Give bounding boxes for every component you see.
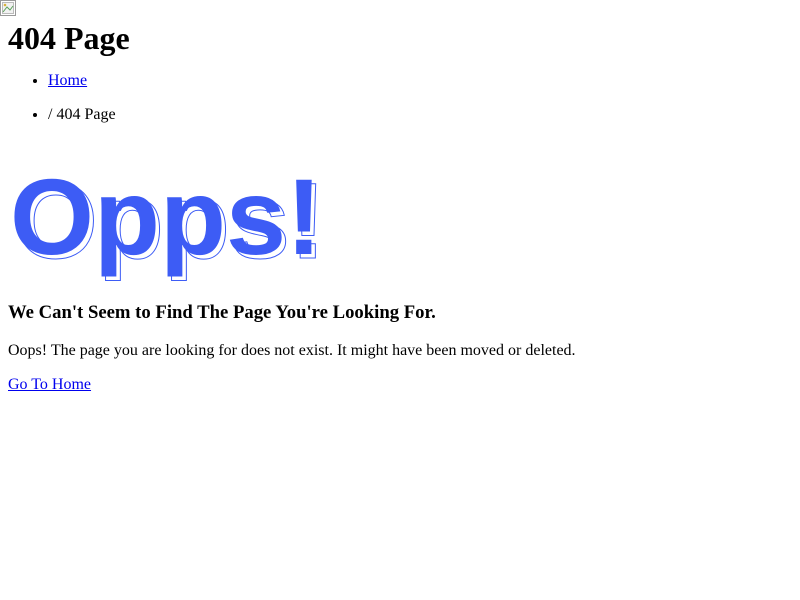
go-to-home-link[interactable]: Go To Home <box>8 376 91 394</box>
error-subtitle: We Can't Seem to Find The Page You're Lo… <box>8 302 436 323</box>
breadcrumb-home-link[interactable]: Home <box>48 72 87 89</box>
error-message: Oops! The page you are looking for does … <box>8 342 576 359</box>
page-title: 404 Page <box>8 20 130 56</box>
breadcrumb-item-current: / 404 Page <box>48 106 116 124</box>
breadcrumb: Home / 404 Page <box>8 72 116 140</box>
opps-graphic: Opps! Opps! <box>10 156 326 282</box>
opps-text: Opps! <box>10 164 322 277</box>
error-graphic: Opps! Opps! <box>8 156 338 282</box>
broken-image-icon <box>0 0 16 16</box>
breadcrumb-item-home: Home <box>48 72 116 90</box>
